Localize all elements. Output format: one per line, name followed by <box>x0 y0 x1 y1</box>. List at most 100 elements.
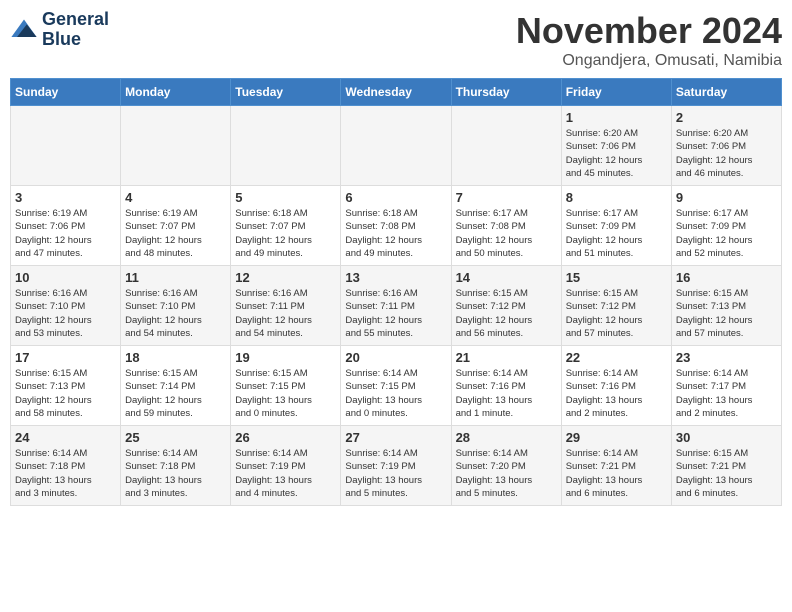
calendar-cell: 21Sunrise: 6:14 AMSunset: 7:16 PMDayligh… <box>451 346 561 426</box>
day-number: 2 <box>676 110 777 125</box>
day-info: Sunrise: 6:18 AMSunset: 7:07 PMDaylight:… <box>235 207 336 260</box>
day-number: 9 <box>676 190 777 205</box>
day-info: Sunrise: 6:19 AMSunset: 7:07 PMDaylight:… <box>125 207 226 260</box>
day-number: 24 <box>15 430 116 445</box>
day-info: Sunrise: 6:15 AMSunset: 7:14 PMDaylight:… <box>125 367 226 420</box>
calendar-cell <box>231 106 341 186</box>
weekday-header: Saturday <box>671 79 781 106</box>
day-number: 26 <box>235 430 336 445</box>
calendar-cell <box>451 106 561 186</box>
weekday-header: Friday <box>561 79 671 106</box>
day-info: Sunrise: 6:15 AMSunset: 7:21 PMDaylight:… <box>676 447 777 500</box>
day-number: 8 <box>566 190 667 205</box>
day-number: 19 <box>235 350 336 365</box>
calendar-week-row: 3Sunrise: 6:19 AMSunset: 7:06 PMDaylight… <box>11 186 782 266</box>
calendar-cell: 27Sunrise: 6:14 AMSunset: 7:19 PMDayligh… <box>341 426 451 506</box>
day-info: Sunrise: 6:14 AMSunset: 7:15 PMDaylight:… <box>345 367 446 420</box>
day-info: Sunrise: 6:16 AMSunset: 7:10 PMDaylight:… <box>125 287 226 340</box>
day-info: Sunrise: 6:15 AMSunset: 7:15 PMDaylight:… <box>235 367 336 420</box>
day-number: 14 <box>456 270 557 285</box>
calendar-cell: 23Sunrise: 6:14 AMSunset: 7:17 PMDayligh… <box>671 346 781 426</box>
calendar-cell: 18Sunrise: 6:15 AMSunset: 7:14 PMDayligh… <box>121 346 231 426</box>
calendar-cell: 28 Sunrise: 6:14 AMSunset: 7:20 PMDayligh… <box>451 426 561 506</box>
day-number: 16 <box>676 270 777 285</box>
weekday-header: Sunday <box>11 79 121 106</box>
calendar-table: SundayMondayTuesdayWednesdayThursdayFrid… <box>10 78 782 506</box>
day-number: 10 <box>15 270 116 285</box>
day-info: Sunrise: 6:15 AMSunset: 7:12 PMDaylight:… <box>456 287 557 340</box>
logo-icon <box>10 16 38 44</box>
day-number: 6 <box>345 190 446 205</box>
calendar-title: November 2024 <box>516 10 782 52</box>
calendar-cell: 19 Sunrise: 6:15 AMSunset: 7:15 PMDayligh… <box>231 346 341 426</box>
day-number: 12 <box>235 270 336 285</box>
day-info: Sunrise: 6:16 AMSunset: 7:11 PMDaylight:… <box>345 287 446 340</box>
day-info: Sunrise: 6:14 AMSunset: 7:19 PMDaylight:… <box>235 447 336 500</box>
day-number: 25 <box>125 430 226 445</box>
day-info: Sunrise: 6:20 AMSunset: 7:06 PMDaylight:… <box>566 127 667 180</box>
calendar-week-row: 1Sunrise: 6:20 AMSunset: 7:06 PMDaylight… <box>11 106 782 186</box>
day-info: Sunrise: 6:17 AMSunset: 7:09 PMDaylight:… <box>566 207 667 260</box>
calendar-cell: 9Sunrise: 6:17 AMSunset: 7:09 PMDaylight… <box>671 186 781 266</box>
calendar-cell: 2 Sunrise: 6:20 AMSunset: 7:06 PMDaylight… <box>671 106 781 186</box>
calendar-cell: 24 Sunrise: 6:14 AMSunset: 7:18 PMDayligh… <box>11 426 121 506</box>
calendar-cell <box>11 106 121 186</box>
day-info: Sunrise: 6:17 AMSunset: 7:08 PMDaylight:… <box>456 207 557 260</box>
calendar-cell: 3Sunrise: 6:19 AMSunset: 7:06 PMDaylight… <box>11 186 121 266</box>
calendar-cell: 25 Sunrise: 6:14 AMSunset: 7:18 PMDayligh… <box>121 426 231 506</box>
calendar-cell: 6 Sunrise: 6:18 AMSunset: 7:08 PMDaylight… <box>341 186 451 266</box>
weekday-header: Wednesday <box>341 79 451 106</box>
day-number: 5 <box>235 190 336 205</box>
calendar-cell: 26 Sunrise: 6:14 AMSunset: 7:19 PMDayligh… <box>231 426 341 506</box>
logo: General Blue <box>10 10 109 50</box>
calendar-cell: 20 Sunrise: 6:14 AMSunset: 7:15 PMDayligh… <box>341 346 451 426</box>
weekday-header: Thursday <box>451 79 561 106</box>
day-info: Sunrise: 6:14 AMSunset: 7:18 PMDaylight:… <box>15 447 116 500</box>
page-header: General Blue November 2024 Ongandjera, O… <box>10 10 782 70</box>
day-info: Sunrise: 6:18 AMSunset: 7:08 PMDaylight:… <box>345 207 446 260</box>
day-number: 11 <box>125 270 226 285</box>
weekday-header: Monday <box>121 79 231 106</box>
day-info: Sunrise: 6:16 AMSunset: 7:11 PMDaylight:… <box>235 287 336 340</box>
calendar-cell: 17Sunrise: 6:15 AMSunset: 7:13 PMDayligh… <box>11 346 121 426</box>
calendar-cell: 1Sunrise: 6:20 AMSunset: 7:06 PMDaylight… <box>561 106 671 186</box>
day-info: Sunrise: 6:15 AMSunset: 7:13 PMDaylight:… <box>676 287 777 340</box>
weekday-header: Tuesday <box>231 79 341 106</box>
calendar-cell: 30 Sunrise: 6:15 AMSunset: 7:21 PMDayligh… <box>671 426 781 506</box>
day-number: 13 <box>345 270 446 285</box>
weekday-header-row: SundayMondayTuesdayWednesdayThursdayFrid… <box>11 79 782 106</box>
day-number: 21 <box>456 350 557 365</box>
calendar-cell: 16 Sunrise: 6:15 AMSunset: 7:13 PMDayligh… <box>671 266 781 346</box>
day-info: Sunrise: 6:14 AMSunset: 7:17 PMDaylight:… <box>676 367 777 420</box>
calendar-cell: 22Sunrise: 6:14 AMSunset: 7:16 PMDayligh… <box>561 346 671 426</box>
calendar-week-row: 17Sunrise: 6:15 AMSunset: 7:13 PMDayligh… <box>11 346 782 426</box>
day-info: Sunrise: 6:14 AMSunset: 7:19 PMDaylight:… <box>345 447 446 500</box>
day-info: Sunrise: 6:14 AMSunset: 7:21 PMDaylight:… <box>566 447 667 500</box>
calendar-cell: 7 Sunrise: 6:17 AMSunset: 7:08 PMDaylight… <box>451 186 561 266</box>
calendar-cell <box>341 106 451 186</box>
logo-line2: Blue <box>42 30 109 50</box>
calendar-cell: 12 Sunrise: 6:16 AMSunset: 7:11 PMDayligh… <box>231 266 341 346</box>
calendar-cell <box>121 106 231 186</box>
calendar-cell: 29Sunrise: 6:14 AMSunset: 7:21 PMDayligh… <box>561 426 671 506</box>
day-info: Sunrise: 6:15 AMSunset: 7:12 PMDaylight:… <box>566 287 667 340</box>
calendar-week-row: 10 Sunrise: 6:16 AMSunset: 7:10 PMDayligh… <box>11 266 782 346</box>
calendar-cell: 4 Sunrise: 6:19 AMSunset: 7:07 PMDaylight… <box>121 186 231 266</box>
calendar-cell: 15 Sunrise: 6:15 AMSunset: 7:12 PMDayligh… <box>561 266 671 346</box>
calendar-cell: 8 Sunrise: 6:17 AMSunset: 7:09 PMDaylight… <box>561 186 671 266</box>
day-info: Sunrise: 6:16 AMSunset: 7:10 PMDaylight:… <box>15 287 116 340</box>
day-number: 28 <box>456 430 557 445</box>
day-number: 15 <box>566 270 667 285</box>
calendar-cell: 11 Sunrise: 6:16 AMSunset: 7:10 PMDayligh… <box>121 266 231 346</box>
calendar-cell: 5 Sunrise: 6:18 AMSunset: 7:07 PMDaylight… <box>231 186 341 266</box>
day-number: 4 <box>125 190 226 205</box>
day-number: 30 <box>676 430 777 445</box>
day-info: Sunrise: 6:14 AMSunset: 7:18 PMDaylight:… <box>125 447 226 500</box>
day-number: 20 <box>345 350 446 365</box>
calendar-cell: 14 Sunrise: 6:15 AMSunset: 7:12 PMDayligh… <box>451 266 561 346</box>
day-info: Sunrise: 6:14 AMSunset: 7:20 PMDaylight:… <box>456 447 557 500</box>
day-info: Sunrise: 6:20 AMSunset: 7:06 PMDaylight:… <box>676 127 777 180</box>
day-number: 22 <box>566 350 667 365</box>
calendar-cell: 10 Sunrise: 6:16 AMSunset: 7:10 PMDayligh… <box>11 266 121 346</box>
day-number: 7 <box>456 190 557 205</box>
